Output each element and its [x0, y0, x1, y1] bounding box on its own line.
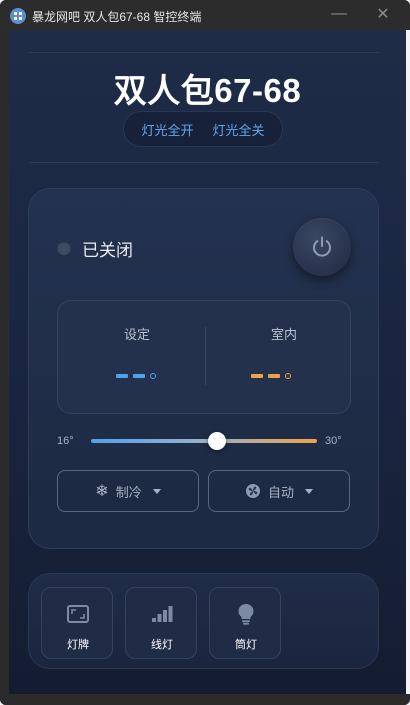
power-status-indicator — [57, 241, 71, 255]
lights-all-off-button[interactable]: 灯光全关 — [212, 120, 264, 139]
control-panel: 双人包67-68 灯光全开 灯光全关 已关闭 设定 室内 16° 30° ❄ 制… — [9, 30, 406, 694]
room-temp-dash — [268, 374, 280, 378]
slider-max-label: 30° — [325, 435, 342, 447]
window-title: 暴龙网吧 双人包67-68 智控终端 — [32, 10, 202, 24]
device-label: 线灯 — [151, 639, 173, 651]
temperature-panel: 设定 室内 — [57, 300, 351, 414]
chevron-down-icon — [305, 488, 313, 494]
mode-dropdown[interactable]: ❄ 制冷 — [57, 470, 199, 512]
set-temperature-label: 设定 — [123, 327, 150, 342]
device-button-sign[interactable]: 灯牌 — [41, 587, 113, 659]
app-window: 暴龙网吧 双人包67-68 智控终端 — ✕ 双人包67-68 灯光全开 灯光全… — [0, 0, 410, 705]
set-temp-dash — [116, 374, 128, 378]
device-button-downlight[interactable]: 筒灯 — [209, 587, 281, 659]
close-button[interactable]: ✕ — [370, 4, 396, 24]
set-temp-degree-icon — [150, 373, 156, 379]
temperature-slider-track[interactable] — [91, 439, 317, 443]
set-temp-dash — [133, 374, 145, 378]
mode-label: 制冷 — [115, 484, 142, 500]
device-card: 灯牌 线灯 筒灯 — [28, 573, 379, 669]
top-divider — [29, 52, 379, 53]
device-label: 筒灯 — [235, 639, 257, 651]
fan-speed-label: 自动 — [267, 484, 294, 500]
fan-speed-dropdown[interactable]: 自动 — [208, 470, 350, 512]
device-label: 灯牌 — [67, 639, 89, 651]
temperature-divider — [205, 327, 206, 385]
minimize-button[interactable]: — — [326, 4, 352, 24]
fan-icon — [245, 484, 260, 498]
slider-min-label: 16° — [57, 435, 74, 447]
light-toggle-group: 灯光全开 灯光全关 — [123, 111, 283, 147]
snowflake-icon: ❄ — [95, 483, 109, 500]
room-temperature-value — [251, 373, 291, 379]
power-icon — [313, 236, 331, 257]
bulb-icon — [234, 602, 258, 626]
room-temp-degree-icon — [285, 373, 291, 379]
room-temperature-label: 室内 — [270, 327, 297, 342]
room-title: 双人包67-68 — [113, 72, 302, 109]
title-bar: 暴龙网吧 双人包67-68 智控终端 — ✕ — [0, 0, 410, 30]
background-strip — [406, 30, 410, 705]
app-logo-icon — [10, 8, 26, 24]
header-divider — [29, 162, 379, 163]
chevron-down-icon — [152, 488, 161, 494]
sign-icon — [66, 602, 90, 626]
lights-all-on-button[interactable]: 灯光全开 — [141, 120, 193, 139]
bars-icon — [150, 602, 174, 626]
ac-control-card: 已关闭 设定 室内 16° 30° ❄ 制冷 自动 — [28, 188, 379, 549]
set-temperature-value — [116, 373, 156, 379]
room-temp-dash — [251, 374, 263, 378]
power-button[interactable] — [293, 218, 351, 276]
power-status-text: 已关闭 — [82, 241, 133, 260]
window-bottom-border — [0, 694, 410, 705]
temperature-slider-thumb[interactable] — [208, 432, 226, 450]
device-button-strip[interactable]: 线灯 — [125, 587, 197, 659]
